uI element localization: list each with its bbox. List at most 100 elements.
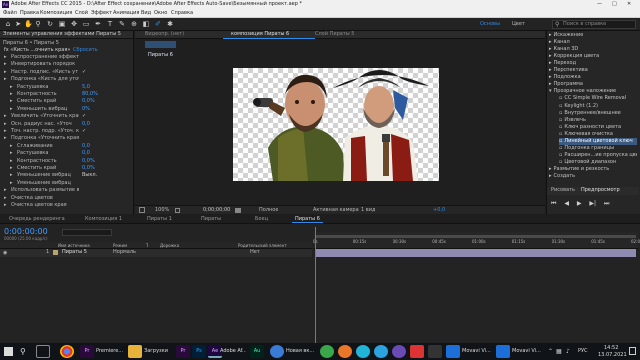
search-help-field[interactable]: ⚲ Поиск в справке bbox=[552, 20, 636, 29]
app-icon-pr[interactable]: Pr bbox=[176, 345, 190, 358]
effect-param-row[interactable]: ▸ Растушевка 5,0 bbox=[0, 84, 133, 91]
effect-param-row[interactable]: ▸ Сместить край 0,0% bbox=[0, 165, 133, 172]
effects-list-item[interactable]: ▸ Переход bbox=[549, 60, 637, 67]
tab-preview[interactable]: Предпросмотр bbox=[581, 187, 620, 194]
twirl-icon[interactable]: ▸ bbox=[4, 69, 7, 76]
clock-time[interactable]: 14:52 bbox=[604, 345, 618, 352]
browser-icon[interactable] bbox=[270, 345, 284, 358]
twirl-icon[interactable]: ▸ bbox=[10, 165, 13, 172]
language-indicator[interactable]: РУС bbox=[578, 348, 588, 355]
timeline-search-field[interactable] bbox=[62, 229, 112, 236]
close-button[interactable]: ✕ bbox=[627, 1, 637, 8]
menu-window[interactable]: Окно bbox=[154, 10, 167, 17]
pan-behind-tool-icon[interactable]: ✥ bbox=[70, 20, 78, 28]
search-taskbar-icon[interactable]: ⚲ bbox=[20, 346, 26, 357]
effects-list-item[interactable]: ▫ Внутреннее/внешнее bbox=[559, 110, 637, 117]
timeline-tab[interactable]: Боец bbox=[252, 215, 271, 223]
effect-param-value[interactable]: 0% bbox=[82, 106, 127, 113]
timeline-timecode[interactable]: 0:00:00:00 bbox=[4, 227, 48, 236]
effect-param-row[interactable]: ▸ Уменьшение вибрац Выкл. bbox=[0, 172, 133, 179]
tab-layer[interactable]: Слой Пираты 5 bbox=[315, 31, 354, 38]
last-frame-icon[interactable]: ⏭ bbox=[604, 200, 609, 207]
effect-param-value[interactable]: 0,0 bbox=[82, 150, 127, 157]
play-icon[interactable]: ▶ bbox=[577, 200, 582, 207]
roto-brush-icon[interactable]: ✐ bbox=[154, 20, 162, 28]
timeline-tab[interactable]: Пираты bbox=[198, 215, 224, 223]
twirl-icon[interactable]: ▸ bbox=[10, 98, 13, 105]
twirl-icon[interactable]: ▸ bbox=[10, 106, 13, 113]
composition-canvas[interactable] bbox=[233, 68, 439, 181]
menu-layer[interactable]: Слой bbox=[75, 10, 88, 17]
effect-param-row[interactable]: ▸ Подгонка «Кисть для уточнения» bbox=[0, 76, 133, 83]
workspace-tab-color[interactable]: Цвет bbox=[512, 21, 525, 28]
effect-param-row[interactable]: ▸ Растушевка 0,0 bbox=[0, 150, 133, 157]
clock-date[interactable]: 13.07.2021 bbox=[598, 352, 627, 359]
camera-icon[interactable] bbox=[235, 208, 241, 213]
effect-param-value[interactable]: 0,0 bbox=[82, 143, 127, 150]
comp-subtab[interactable]: Пираты 6 bbox=[145, 41, 176, 58]
effects-list-item[interactable]: ▸ Канал 3D bbox=[549, 46, 637, 53]
twirl-icon[interactable]: ▸ bbox=[4, 128, 7, 135]
effects-list-item[interactable]: ▫ Keylight (1.2) bbox=[559, 103, 637, 110]
effects-list-item[interactable]: ▸ Программа bbox=[549, 81, 637, 88]
puppet-tool-icon[interactable]: ✱ bbox=[166, 20, 174, 28]
timeline-tab[interactable]: Пираты 1 bbox=[144, 215, 175, 223]
premiere-icon[interactable]: Pr bbox=[80, 345, 94, 358]
twirl-icon[interactable]: ▸ bbox=[4, 61, 7, 68]
twirl-icon[interactable]: ▸ bbox=[4, 187, 7, 194]
effect-param-value[interactable]: ✓ bbox=[82, 69, 127, 76]
app-icon-dark[interactable] bbox=[428, 345, 442, 358]
twirl-icon[interactable]: ▸ bbox=[10, 180, 13, 187]
menu-composition[interactable]: Композиция bbox=[40, 10, 72, 17]
effect-param-value[interactable]: 80,0% bbox=[82, 91, 127, 98]
taskview-icon[interactable] bbox=[36, 345, 50, 358]
twirl-icon[interactable]: ▸ bbox=[10, 143, 13, 150]
app-icon-cyan[interactable] bbox=[356, 345, 370, 358]
effects-list-item[interactable]: ▸ Коррекция цвета bbox=[549, 53, 637, 60]
effect-param-row[interactable]: ▸ Сглаживание 0,0 bbox=[0, 143, 133, 150]
app-icon-red[interactable] bbox=[410, 345, 424, 358]
twirl-icon[interactable]: ▸ bbox=[10, 91, 13, 98]
effect-param-row[interactable]: ▸ Инвертировать порядок bbox=[0, 61, 133, 68]
effects-list-item[interactable]: ▸ Искажение bbox=[549, 32, 637, 39]
effect-param-value[interactable]: ✓ bbox=[82, 113, 127, 120]
layer-parent[interactable]: Нет bbox=[250, 249, 260, 256]
zoom-level[interactable]: 100% bbox=[155, 207, 169, 214]
twirl-icon[interactable]: ▸ bbox=[4, 202, 7, 209]
twirl-icon[interactable]: ▸ bbox=[10, 84, 13, 91]
layer-mode[interactable]: Нормаль bbox=[113, 249, 136, 256]
twirl-icon[interactable]: ▸ bbox=[4, 76, 7, 83]
reset-link[interactable]: Сбросить bbox=[73, 47, 98, 54]
taskbar-movavi-1[interactable]: Movavi Vi... bbox=[462, 348, 492, 355]
effect-param-value[interactable]: 0,0% bbox=[82, 158, 127, 165]
visibility-icon[interactable]: ◉ bbox=[3, 250, 7, 256]
work-area-bar[interactable] bbox=[316, 235, 636, 238]
start-icon[interactable] bbox=[4, 347, 13, 356]
twirl-icon[interactable]: ▸ bbox=[10, 150, 13, 157]
telegram-icon[interactable] bbox=[374, 345, 388, 358]
menu-edit[interactable]: Правка bbox=[20, 10, 39, 17]
comp-timecode[interactable]: 0;00;00;00 bbox=[203, 207, 230, 214]
app-icon-purple[interactable] bbox=[392, 345, 406, 358]
effects-list-item[interactable]: ▸ Канал bbox=[549, 39, 637, 46]
maximize-button[interactable]: □ bbox=[612, 1, 622, 8]
effect-param-row[interactable]: ▸ Увеличить «Уточнить край» ✓ bbox=[0, 113, 133, 120]
grid-icon[interactable] bbox=[175, 208, 180, 213]
rectangle-tool-icon[interactable]: ▭ bbox=[82, 20, 90, 28]
taskbar-downloads[interactable]: Загрузки bbox=[144, 348, 172, 355]
menu-view[interactable]: Вид bbox=[141, 10, 151, 17]
menu-effect[interactable]: Эффект bbox=[91, 10, 112, 17]
network-icon[interactable]: ▦ bbox=[556, 346, 562, 357]
effect-param-row[interactable]: ▸ Использовать размытие в bbox=[0, 187, 133, 194]
effects-list-item[interactable]: ▸ Размытие и резкость bbox=[549, 166, 637, 173]
effect-name[interactable]: fx «Кисть ...очнить края» bbox=[4, 47, 70, 54]
explorer-icon[interactable] bbox=[128, 345, 142, 358]
layer-row[interactable]: ◉ 1 Пираты 5 Нормаль Нет bbox=[0, 249, 312, 257]
effect-param-row[interactable]: ▸ Уменьшение вибрац bbox=[0, 180, 133, 187]
effect-param-row[interactable]: ▸ Контрастность 80,0% bbox=[0, 91, 133, 98]
effect-param-value[interactable]: 5,0 bbox=[82, 84, 127, 91]
twirl-icon[interactable]: ▸ bbox=[4, 121, 7, 128]
effect-controls-tab[interactable]: Элементы управления эффектами Пираты 5 bbox=[0, 31, 133, 39]
effects-list-item[interactable]: ▫ Линейный цветовой ключ bbox=[559, 137, 637, 145]
timeline-tab[interactable]: Композиция 1 bbox=[82, 215, 125, 223]
